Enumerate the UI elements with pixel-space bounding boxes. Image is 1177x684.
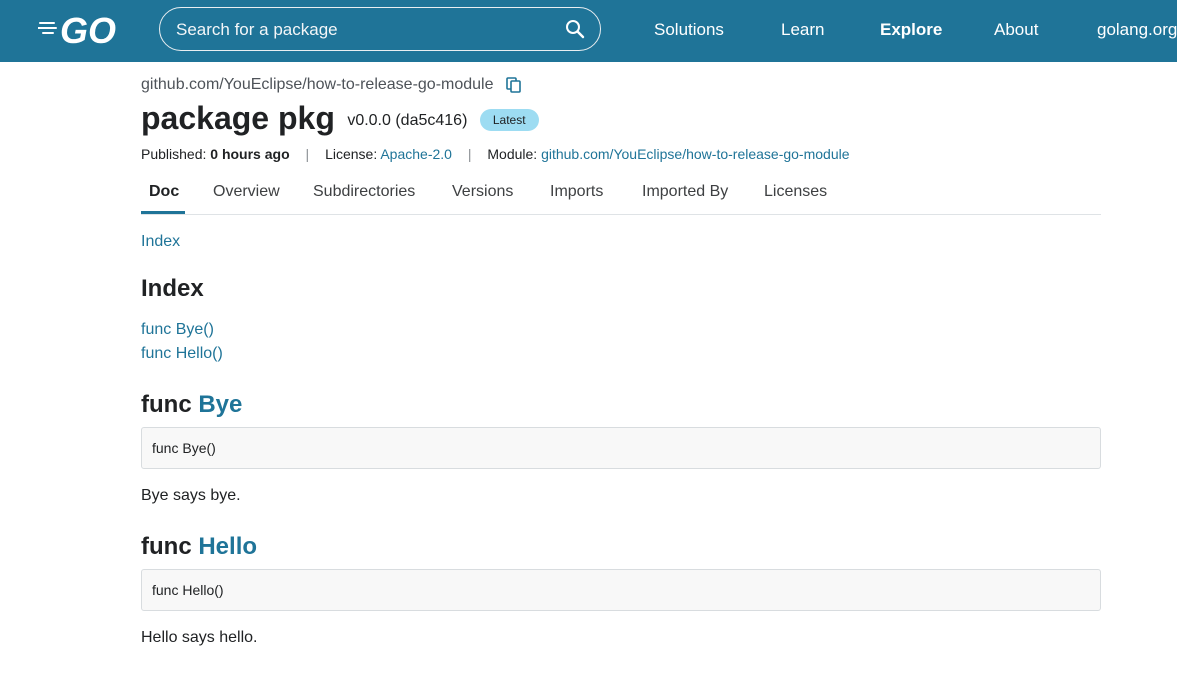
- go-logo-text: GO: [60, 14, 116, 46]
- search-input[interactable]: [176, 18, 556, 42]
- active-tab-indicator: [141, 211, 185, 214]
- go-logo[interactable]: GO: [38, 14, 124, 46]
- module-label: Module:: [487, 146, 538, 162]
- func-bye-signature: func Bye(): [141, 427, 1101, 469]
- tab-imports[interactable]: Imports: [550, 183, 603, 201]
- tab-bar: Doc Overview Subdirectories Versions Imp…: [141, 170, 1101, 215]
- func-hello-signature: func Hello(): [141, 569, 1101, 611]
- tab-licenses[interactable]: Licenses: [764, 183, 827, 201]
- nav-solutions[interactable]: Solutions: [654, 0, 724, 62]
- copy-icon[interactable]: [506, 77, 521, 93]
- func-bye-heading: func Bye: [141, 391, 242, 419]
- search-icon[interactable]: [564, 18, 586, 40]
- index-item-hello[interactable]: func Hello(): [141, 345, 223, 363]
- func-hello-anchor[interactable]: Hello: [198, 533, 257, 560]
- func-bye-description: Bye says bye.: [141, 487, 241, 504]
- tab-versions[interactable]: Versions: [452, 183, 513, 201]
- page-title: package pkg: [141, 100, 335, 136]
- index-heading: Index: [141, 275, 204, 302]
- title-row: package pkg v0.0.0 (da5c416) Latest: [141, 100, 539, 140]
- tab-overview[interactable]: Overview: [213, 183, 280, 201]
- nav-explore[interactable]: Explore: [880, 0, 942, 62]
- published-value: 0 hours ago: [210, 146, 290, 162]
- func-hello-description: Hello says hello.: [141, 629, 258, 646]
- search-box[interactable]: [159, 7, 601, 51]
- func-bye-anchor[interactable]: Bye: [198, 391, 242, 418]
- latest-badge: Latest: [479, 108, 539, 131]
- meta-separator: |: [467, 146, 472, 162]
- package-meta: Published: 0 hours ago | License: Apache…: [141, 146, 850, 162]
- module-link[interactable]: github.com/YouEclipse/how-to-release-go-…: [541, 146, 849, 162]
- nav-about[interactable]: About: [994, 0, 1038, 62]
- func-hello-heading: func Hello: [141, 533, 257, 561]
- nav-learn[interactable]: Learn: [781, 0, 824, 62]
- license-label: License:: [325, 146, 378, 162]
- index-jump-link[interactable]: Index: [141, 233, 180, 251]
- tab-subdirectories[interactable]: Subdirectories: [313, 183, 415, 201]
- package-version: v0.0.0 (da5c416): [347, 111, 468, 129]
- meta-separator: |: [305, 146, 310, 162]
- module-path: github.com/YouEclipse/how-to-release-go-…: [141, 76, 494, 93]
- nav-golang-org[interactable]: golang.org: [1097, 0, 1177, 62]
- tab-imported-by[interactable]: Imported By: [642, 183, 728, 201]
- site-header: GO Solutions Learn Explore About golang.…: [0, 0, 1177, 62]
- published-label: Published:: [141, 146, 207, 162]
- tab-doc[interactable]: Doc: [149, 183, 179, 201]
- func-keyword: func: [141, 391, 192, 418]
- func-keyword: func: [141, 533, 192, 560]
- license-link[interactable]: Apache-2.0: [380, 146, 452, 162]
- index-item-bye[interactable]: func Bye(): [141, 321, 214, 339]
